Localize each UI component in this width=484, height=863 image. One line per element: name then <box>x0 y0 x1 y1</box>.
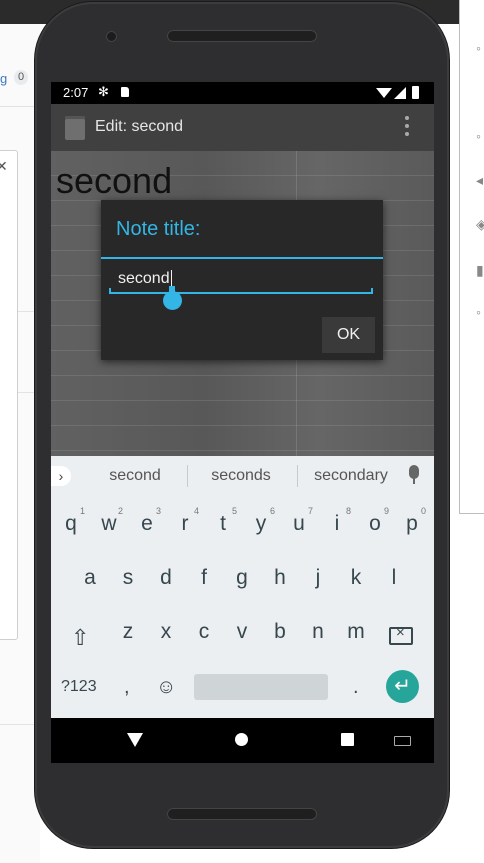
back-icon[interactable] <box>127 733 143 747</box>
soft-keyboard: › second seconds secondary q w e r t y u… <box>51 456 434 718</box>
symbols-key[interactable]: ?123 <box>61 678 97 696</box>
key-comma[interactable]: , <box>124 676 130 699</box>
wifi-icon <box>376 88 392 98</box>
dialog-title: Note title: <box>116 218 201 240</box>
key-d[interactable]: d <box>148 566 184 590</box>
note-title-input[interactable]: second <box>109 268 373 294</box>
backspace-x-glyph: × <box>396 624 405 641</box>
note-text: second <box>56 160 173 201</box>
recents-icon[interactable] <box>341 733 354 746</box>
key-period[interactable]: . <box>353 676 359 699</box>
top-speaker <box>167 30 317 42</box>
suggestion-strip: › second seconds secondary <box>51 456 434 496</box>
sd-card-icon <box>121 87 129 97</box>
background-icon: ◂ <box>476 172 484 188</box>
background-icon: ▮ <box>476 262 484 278</box>
key-hint: 2 <box>118 506 124 516</box>
enter-icon[interactable]: ↵ <box>386 670 419 703</box>
key-n[interactable]: n <box>300 620 336 644</box>
background-icon: ◦ <box>476 40 481 56</box>
key-a[interactable]: a <box>72 566 108 590</box>
background-window-right <box>459 0 484 514</box>
overflow-menu-icon[interactable] <box>405 116 409 140</box>
page-title: Edit: second <box>95 118 184 135</box>
background-icon: ◦ <box>476 128 481 144</box>
notepad-icon[interactable] <box>65 116 85 140</box>
key-hint: 3 <box>156 506 162 516</box>
key-j[interactable]: j <box>300 566 336 590</box>
key-hint: 1 <box>80 506 86 516</box>
chevron-right-icon[interactable]: › <box>51 466 71 486</box>
input-underline-right <box>371 288 373 293</box>
key-k[interactable]: k <box>338 566 374 590</box>
key-f[interactable]: f <box>186 566 222 590</box>
key-m[interactable]: m <box>338 620 374 644</box>
key-z[interactable]: z <box>110 620 146 644</box>
input-underline-left <box>109 288 111 293</box>
background-count-badge: 0 <box>14 70 28 85</box>
key-hint: 8 <box>346 506 352 516</box>
microphone-icon[interactable] <box>409 465 419 479</box>
signal-icon <box>394 87 406 99</box>
key-hint: 7 <box>308 506 314 516</box>
key-g[interactable]: g <box>224 566 260 590</box>
key-hint: 0 <box>421 506 427 516</box>
dialog-divider <box>101 257 383 259</box>
key-hint: 6 <box>270 506 276 516</box>
input-underline <box>109 292 373 294</box>
app-bar: Edit: second <box>51 104 434 151</box>
close-icon[interactable]: ✕ <box>0 158 8 175</box>
battery-icon <box>412 86 419 99</box>
microphone-stand <box>413 478 415 484</box>
home-icon[interactable] <box>235 733 248 746</box>
ok-button[interactable]: OK <box>322 317 375 353</box>
key-s[interactable]: s <box>110 566 146 590</box>
key-hint: 9 <box>384 506 390 516</box>
title-dialog: Note title: second OK <box>101 200 383 360</box>
bottom-speaker <box>167 808 317 820</box>
front-camera <box>106 31 117 42</box>
phone-screen: 2:07 ✻ Edit: second second Note title: s… <box>51 82 434 763</box>
key-hint: 5 <box>232 506 238 516</box>
background-icon: ◈ <box>476 216 484 232</box>
background-icon: ◦ <box>476 304 481 320</box>
suggestion-2[interactable]: seconds <box>194 467 288 485</box>
status-bar: 2:07 ✻ <box>51 82 434 104</box>
suggestion-1[interactable]: second <box>91 467 179 485</box>
cursor-handle[interactable] <box>163 291 182 310</box>
space-bar[interactable] <box>194 674 328 700</box>
key-v[interactable]: v <box>224 620 260 644</box>
status-time: 2:07 <box>63 85 89 100</box>
note-title-input-value: second <box>118 270 170 287</box>
keyboard-icon[interactable] <box>394 736 411 746</box>
background-side-panel <box>0 150 18 640</box>
suggestion-3[interactable]: secondary <box>303 467 399 485</box>
emoji-icon[interactable]: ☺ <box>156 676 176 699</box>
background-tag-label: g <box>0 71 8 86</box>
shift-icon[interactable]: ⇧ <box>71 625 89 651</box>
key-b[interactable]: b <box>262 620 298 644</box>
navigation-bar <box>51 718 434 763</box>
key-x[interactable]: x <box>148 620 184 644</box>
gear-icon: ✻ <box>98 84 109 99</box>
key-h[interactable]: h <box>262 566 298 590</box>
key-c[interactable]: c <box>186 620 222 644</box>
key-hint: 4 <box>194 506 200 516</box>
key-l[interactable]: l <box>376 566 412 590</box>
